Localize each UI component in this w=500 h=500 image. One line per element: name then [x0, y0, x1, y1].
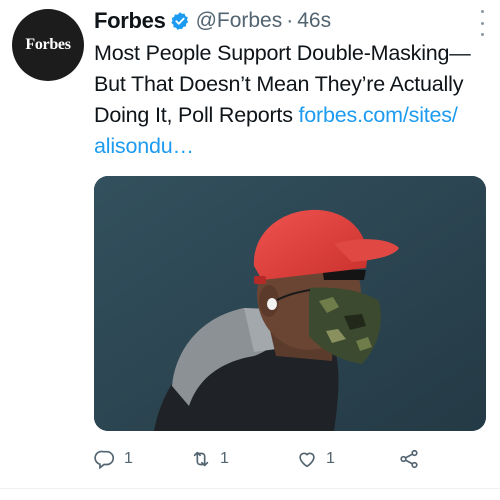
tweet[interactable]: Forbes Forbes @Forbes · 46s Most People …	[0, 0, 500, 500]
timestamp[interactable]: 46s	[297, 9, 331, 33]
avatar[interactable]: Forbes	[12, 9, 84, 81]
tweet-header: Forbes @Forbes · 46s	[94, 6, 331, 36]
retweet-count: 1	[220, 450, 229, 467]
reply-icon	[94, 450, 115, 470]
tweet-text-segment: Doing It, Poll Reports	[94, 103, 299, 127]
like-count: 1	[326, 450, 335, 467]
retweet-icon	[193, 451, 209, 467]
article-link-continued[interactable]: alisondu…	[94, 131, 494, 162]
like-button[interactable]: 1	[296, 446, 335, 472]
heart-icon	[299, 452, 315, 468]
handle[interactable]: @Forbes	[196, 9, 283, 33]
reply-button[interactable]: 1	[94, 446, 133, 472]
article-link[interactable]: forbes.com/sites/	[299, 103, 458, 127]
share-button[interactable]	[398, 446, 428, 472]
tweet-image[interactable]	[94, 176, 486, 431]
tweet-text: Most People Support Double-Masking— But …	[94, 38, 494, 162]
tweet-text-line: Most People Support Double-Masking—	[94, 41, 471, 65]
divider	[0, 488, 500, 489]
share-icon	[400, 449, 418, 469]
man-with-mask-photo	[94, 176, 486, 431]
verified-badge-icon	[170, 12, 188, 30]
tweet-text-line: Doing It, Poll Reports forbes.com/sites/	[94, 100, 494, 131]
forbes-logo: Forbes	[25, 36, 71, 53]
tweet-text-line: But That Doesn’t Mean They’re Actually	[94, 72, 464, 96]
separator-dot: ·	[286, 9, 294, 32]
more-options-icon[interactable]	[472, 10, 492, 36]
display-name[interactable]: Forbes	[94, 8, 166, 34]
tweet-actions: 1 1 1	[94, 446, 424, 472]
reply-count: 1	[124, 450, 133, 467]
retweet-button[interactable]: 1	[190, 446, 229, 472]
